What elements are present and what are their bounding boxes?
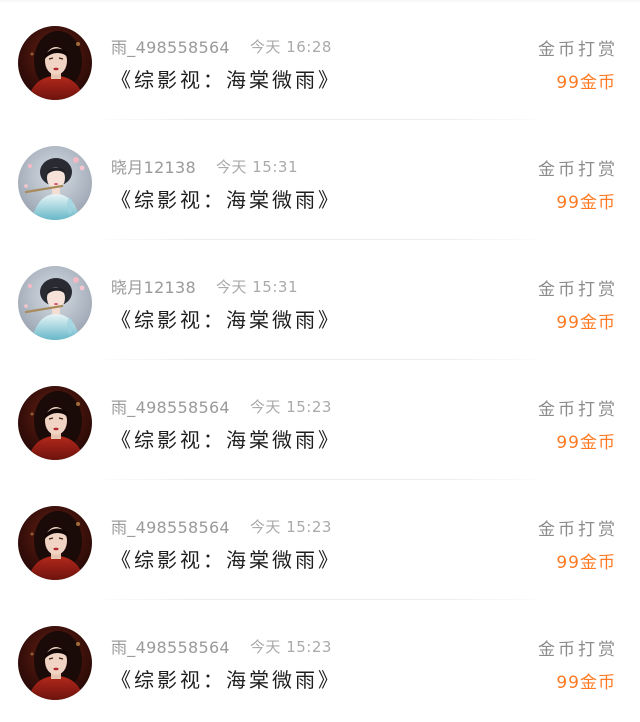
username[interactable]: 雨_498558564 [111,634,230,658]
reward-type-label: 金币打赏 [538,520,618,540]
avatar[interactable] [18,146,92,220]
item-meta: 雨_498558564 今天 15:23 [111,634,332,658]
reward-amount: 99金币 [556,673,616,693]
avatar-red-robe-woman-icon [18,626,92,700]
timestamp: 今天 15:31 [216,277,298,296]
avatar[interactable] [18,626,92,700]
list-item[interactable]: 雨_498558564 今天 15:23 《综影视：海棠微雨》 金币打赏 99金… [0,480,640,600]
list-item[interactable]: 晓月12138 今天 15:31 《综影视：海棠微雨》 金币打赏 99金币 [0,120,640,240]
username[interactable]: 晓月12138 [111,274,196,298]
timestamp: 今天 16:28 [249,37,332,56]
avatar-red-robe-woman-icon [18,386,92,460]
username[interactable]: 雨_498558564 [111,394,230,418]
username[interactable]: 雨_498558564 [111,514,230,538]
item-meta: 雨_498558564 今天 15:23 [111,514,332,538]
reward-list: 雨_498558564 今天 16:28 《综影视：海棠微雨》 金币打赏 99金… [0,0,640,722]
avatar-red-robe-woman-icon [18,26,92,100]
reward-type-label: 金币打赏 [538,40,618,60]
reward-type-label: 金币打赏 [538,160,618,180]
username[interactable]: 晓月12138 [111,154,196,178]
reward-amount: 99金币 [556,193,616,213]
reward-amount: 99金币 [556,553,616,573]
timestamp: 今天 15:23 [249,637,332,656]
avatar-flute-woman-icon [18,146,92,220]
reward-type-label: 金币打赏 [538,280,618,300]
book-title[interactable]: 《综影视：海棠微雨》 [111,664,341,693]
book-title[interactable]: 《综影视：海棠微雨》 [111,64,341,93]
list-item[interactable]: 雨_498558564 今天 16:28 《综影视：海棠微雨》 金币打赏 99金… [0,0,640,120]
book-title[interactable]: 《综影视：海棠微雨》 [111,304,341,333]
reward-type-label: 金币打赏 [538,640,618,660]
avatar[interactable] [18,506,92,580]
book-title[interactable]: 《综影视：海棠微雨》 [111,424,341,453]
book-title[interactable]: 《综影视：海棠微雨》 [111,544,341,573]
list-item[interactable]: 晓月12138 今天 15:31 《综影视：海棠微雨》 金币打赏 99金币 [0,240,640,360]
book-title[interactable]: 《综影视：海棠微雨》 [111,184,341,213]
list-item[interactable]: 雨_498558564 今天 15:23 《综影视：海棠微雨》 金币打赏 99金… [0,600,640,720]
timestamp: 今天 15:31 [216,157,298,176]
item-meta: 晓月12138 今天 15:31 [111,154,298,178]
timestamp: 今天 15:23 [249,397,332,416]
item-meta: 雨_498558564 今天 15:23 [111,394,332,418]
reward-amount: 99金币 [556,313,616,333]
item-meta: 雨_498558564 今天 16:28 [111,34,332,58]
item-meta: 晓月12138 今天 15:31 [111,274,298,298]
avatar[interactable] [18,386,92,460]
list-item[interactable]: 雨_498558564 今天 15:23 《综影视：海棠微雨》 金币打赏 99金… [0,360,640,480]
username[interactable]: 雨_498558564 [111,34,230,58]
reward-amount: 99金币 [556,73,616,93]
avatar[interactable] [18,26,92,100]
reward-type-label: 金币打赏 [538,400,618,420]
timestamp: 今天 15:23 [249,517,332,536]
avatar[interactable] [18,266,92,340]
avatar-red-robe-woman-icon [18,506,92,580]
reward-amount: 99金币 [556,433,616,453]
avatar-flute-woman-icon [18,266,92,340]
